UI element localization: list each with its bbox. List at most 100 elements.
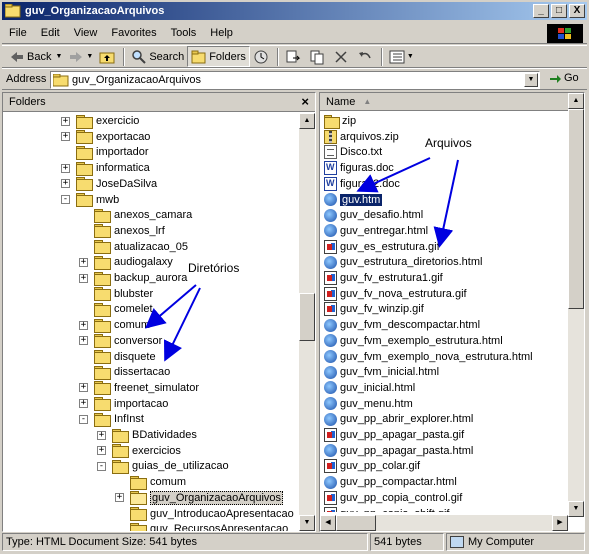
file-item[interactable]: figuras2.doc <box>324 176 400 192</box>
close-button[interactable]: X <box>569 4 585 18</box>
maximize-button[interactable]: □ <box>551 4 567 18</box>
back-button[interactable]: Back ▼ <box>6 46 65 67</box>
file-list[interactable]: zip arquivos.zip Disco.txt figuras.doc figur… <box>320 112 568 512</box>
expand-icon[interactable]: + <box>115 493 124 503</box>
files-horizontal-scrollbar[interactable]: ◀ ▶ <box>320 515 568 531</box>
undo-button[interactable] <box>354 46 378 67</box>
tree-item[interactable]: comelet <box>79 301 153 317</box>
expand-icon[interactable]: + <box>97 446 106 456</box>
menu-file[interactable]: File <box>2 27 34 39</box>
tree-item[interactable]: + JoseDaSilva <box>61 176 157 192</box>
scroll-thumb[interactable] <box>568 109 584 309</box>
expand-icon[interactable]: + <box>61 179 70 189</box>
scroll-thumb[interactable] <box>299 293 315 341</box>
file-item[interactable]: guv_fvm_inicial.html <box>324 364 439 380</box>
scroll-left-button[interactable]: ◀ <box>320 515 336 531</box>
file-item[interactable]: guv_desafio.html <box>324 207 423 223</box>
expand-icon[interactable]: + <box>79 383 88 393</box>
file-item[interactable]: guv_fv_estrutura1.gif <box>324 270 443 286</box>
forward-dropdown-icon[interactable]: ▼ <box>86 53 93 60</box>
h-scroll-thumb[interactable] <box>336 515 376 531</box>
menu-view[interactable]: View <box>67 27 105 39</box>
tree-item[interactable]: guv_RecursosApresentacao <box>115 521 288 531</box>
expand-icon[interactable]: + <box>79 257 88 267</box>
scroll-down-button[interactable]: ▼ <box>568 501 584 517</box>
file-item[interactable]: guv_pp_apagar_pasta.html <box>324 443 473 459</box>
file-item[interactable]: guv_pp_apagar_pasta.gif <box>324 427 464 443</box>
expand-icon[interactable]: + <box>79 320 88 330</box>
search-button[interactable]: Search <box>128 46 187 67</box>
tree-item[interactable]: + conversor <box>79 333 162 349</box>
file-item[interactable]: guv_menu.htm <box>324 396 413 412</box>
menu-edit[interactable]: Edit <box>34 27 67 39</box>
back-dropdown-icon[interactable]: ▼ <box>55 53 62 60</box>
folder-tree[interactable]: + exercicio + exportacao importador + informat… <box>3 113 299 531</box>
tree-item[interactable]: guv_IntroducaoApresentacao <box>115 506 294 522</box>
file-item[interactable]: guv_pp_colar.gif <box>324 458 420 474</box>
scroll-up-button[interactable]: ▲ <box>568 93 584 109</box>
file-item[interactable]: guv_fvm_exemplo_estrutura.html <box>324 333 503 349</box>
delete-button[interactable] <box>330 46 354 67</box>
move-to-button[interactable] <box>282 46 306 67</box>
views-dropdown-icon[interactable]: ▼ <box>407 53 414 60</box>
file-item[interactable]: guv_pp_copia_control.gif <box>324 490 462 506</box>
files-vertical-scrollbar[interactable]: ▲ ▼ <box>568 93 584 517</box>
tree-item[interactable]: + exportacao <box>61 129 150 145</box>
expand-icon[interactable]: + <box>97 430 106 440</box>
menu-tools[interactable]: Tools <box>164 27 204 39</box>
tree-item[interactable]: + exercicios <box>97 443 181 459</box>
tree-item[interactable]: + freenet_simulator <box>79 380 199 396</box>
file-item[interactable]: guv_es_estrutura.gif <box>324 239 440 255</box>
tree-item[interactable]: + guv_OrganizacaoArquivos <box>115 490 284 506</box>
file-item[interactable]: guv_entregar.html <box>324 223 428 239</box>
collapse-icon[interactable]: - <box>97 461 106 471</box>
go-button[interactable]: Go <box>548 71 579 85</box>
menu-favorites[interactable]: Favorites <box>104 27 163 39</box>
tree-item[interactable]: atualizacao_05 <box>79 239 188 255</box>
file-item[interactable]: arquivos.zip <box>324 129 399 145</box>
up-button[interactable] <box>96 46 120 67</box>
file-item[interactable]: guv_fvm_exemplo_nova_estrutura.html <box>324 349 533 365</box>
file-item[interactable]: guv_pp_copia_shift.gif <box>324 506 449 512</box>
tree-item[interactable]: + audiogalaxy <box>79 254 173 270</box>
folders-button[interactable]: Folders <box>187 46 250 67</box>
tree-item[interactable]: - guias_de_utilizacao <box>97 458 229 474</box>
tree-item[interactable]: + backup_aurora <box>79 270 187 286</box>
expand-icon[interactable]: + <box>79 273 88 283</box>
file-item[interactable]: guv_estrutura_diretorios.html <box>324 254 482 270</box>
file-item[interactable]: guv_fv_nova_estrutura.gif <box>324 286 467 302</box>
expand-icon[interactable]: + <box>61 163 70 173</box>
file-item[interactable]: guv_fvm_descompactar.html <box>324 317 480 333</box>
address-field[interactable]: guv_OrganizacaoArquivos ▼ <box>50 71 540 89</box>
file-item[interactable]: zip <box>324 113 356 129</box>
collapse-icon[interactable]: - <box>79 414 88 424</box>
file-item[interactable]: guv_pp_abrir_explorer.html <box>324 411 473 427</box>
folders-vertical-scrollbar[interactable]: ▲ ▼ <box>299 113 315 531</box>
collapse-icon[interactable]: - <box>61 195 70 204</box>
scroll-right-button[interactable]: ▶ <box>552 515 568 531</box>
history-button[interactable] <box>250 46 274 67</box>
tree-item[interactable]: - InfInst <box>79 411 144 427</box>
tree-item[interactable]: comum <box>115 474 186 490</box>
file-item[interactable]: Disco.txt <box>324 144 382 160</box>
tree-item[interactable]: + importacao <box>79 396 168 412</box>
file-item[interactable]: guv.htm <box>324 192 383 208</box>
close-folders-pane-icon[interactable]: × <box>301 94 309 109</box>
tree-item[interactable]: + informatica <box>61 160 150 176</box>
tree-item[interactable]: + BDatividades <box>97 427 197 443</box>
address-dropdown-icon[interactable]: ▼ <box>524 73 538 87</box>
file-item[interactable]: guv_inicial.html <box>324 380 415 396</box>
tree-item[interactable]: anexos_camara <box>79 207 192 223</box>
file-item[interactable]: guv_fv_winzip.gif <box>324 301 424 317</box>
tree-item[interactable]: blubster <box>79 286 153 302</box>
tree-item[interactable]: disquete <box>79 349 156 365</box>
tree-item[interactable]: + exercicio <box>61 113 139 129</box>
forward-button[interactable]: ▼ <box>65 46 96 67</box>
copy-to-button[interactable] <box>306 46 330 67</box>
tree-item[interactable]: - mwb <box>61 192 119 208</box>
file-item[interactable]: figuras.doc <box>324 160 394 176</box>
tree-item[interactable]: anexos_lrf <box>79 223 165 239</box>
expand-icon[interactable]: + <box>79 336 88 346</box>
tree-item[interactable]: + comum <box>79 317 150 333</box>
tree-item[interactable]: dissertacao <box>79 364 170 380</box>
